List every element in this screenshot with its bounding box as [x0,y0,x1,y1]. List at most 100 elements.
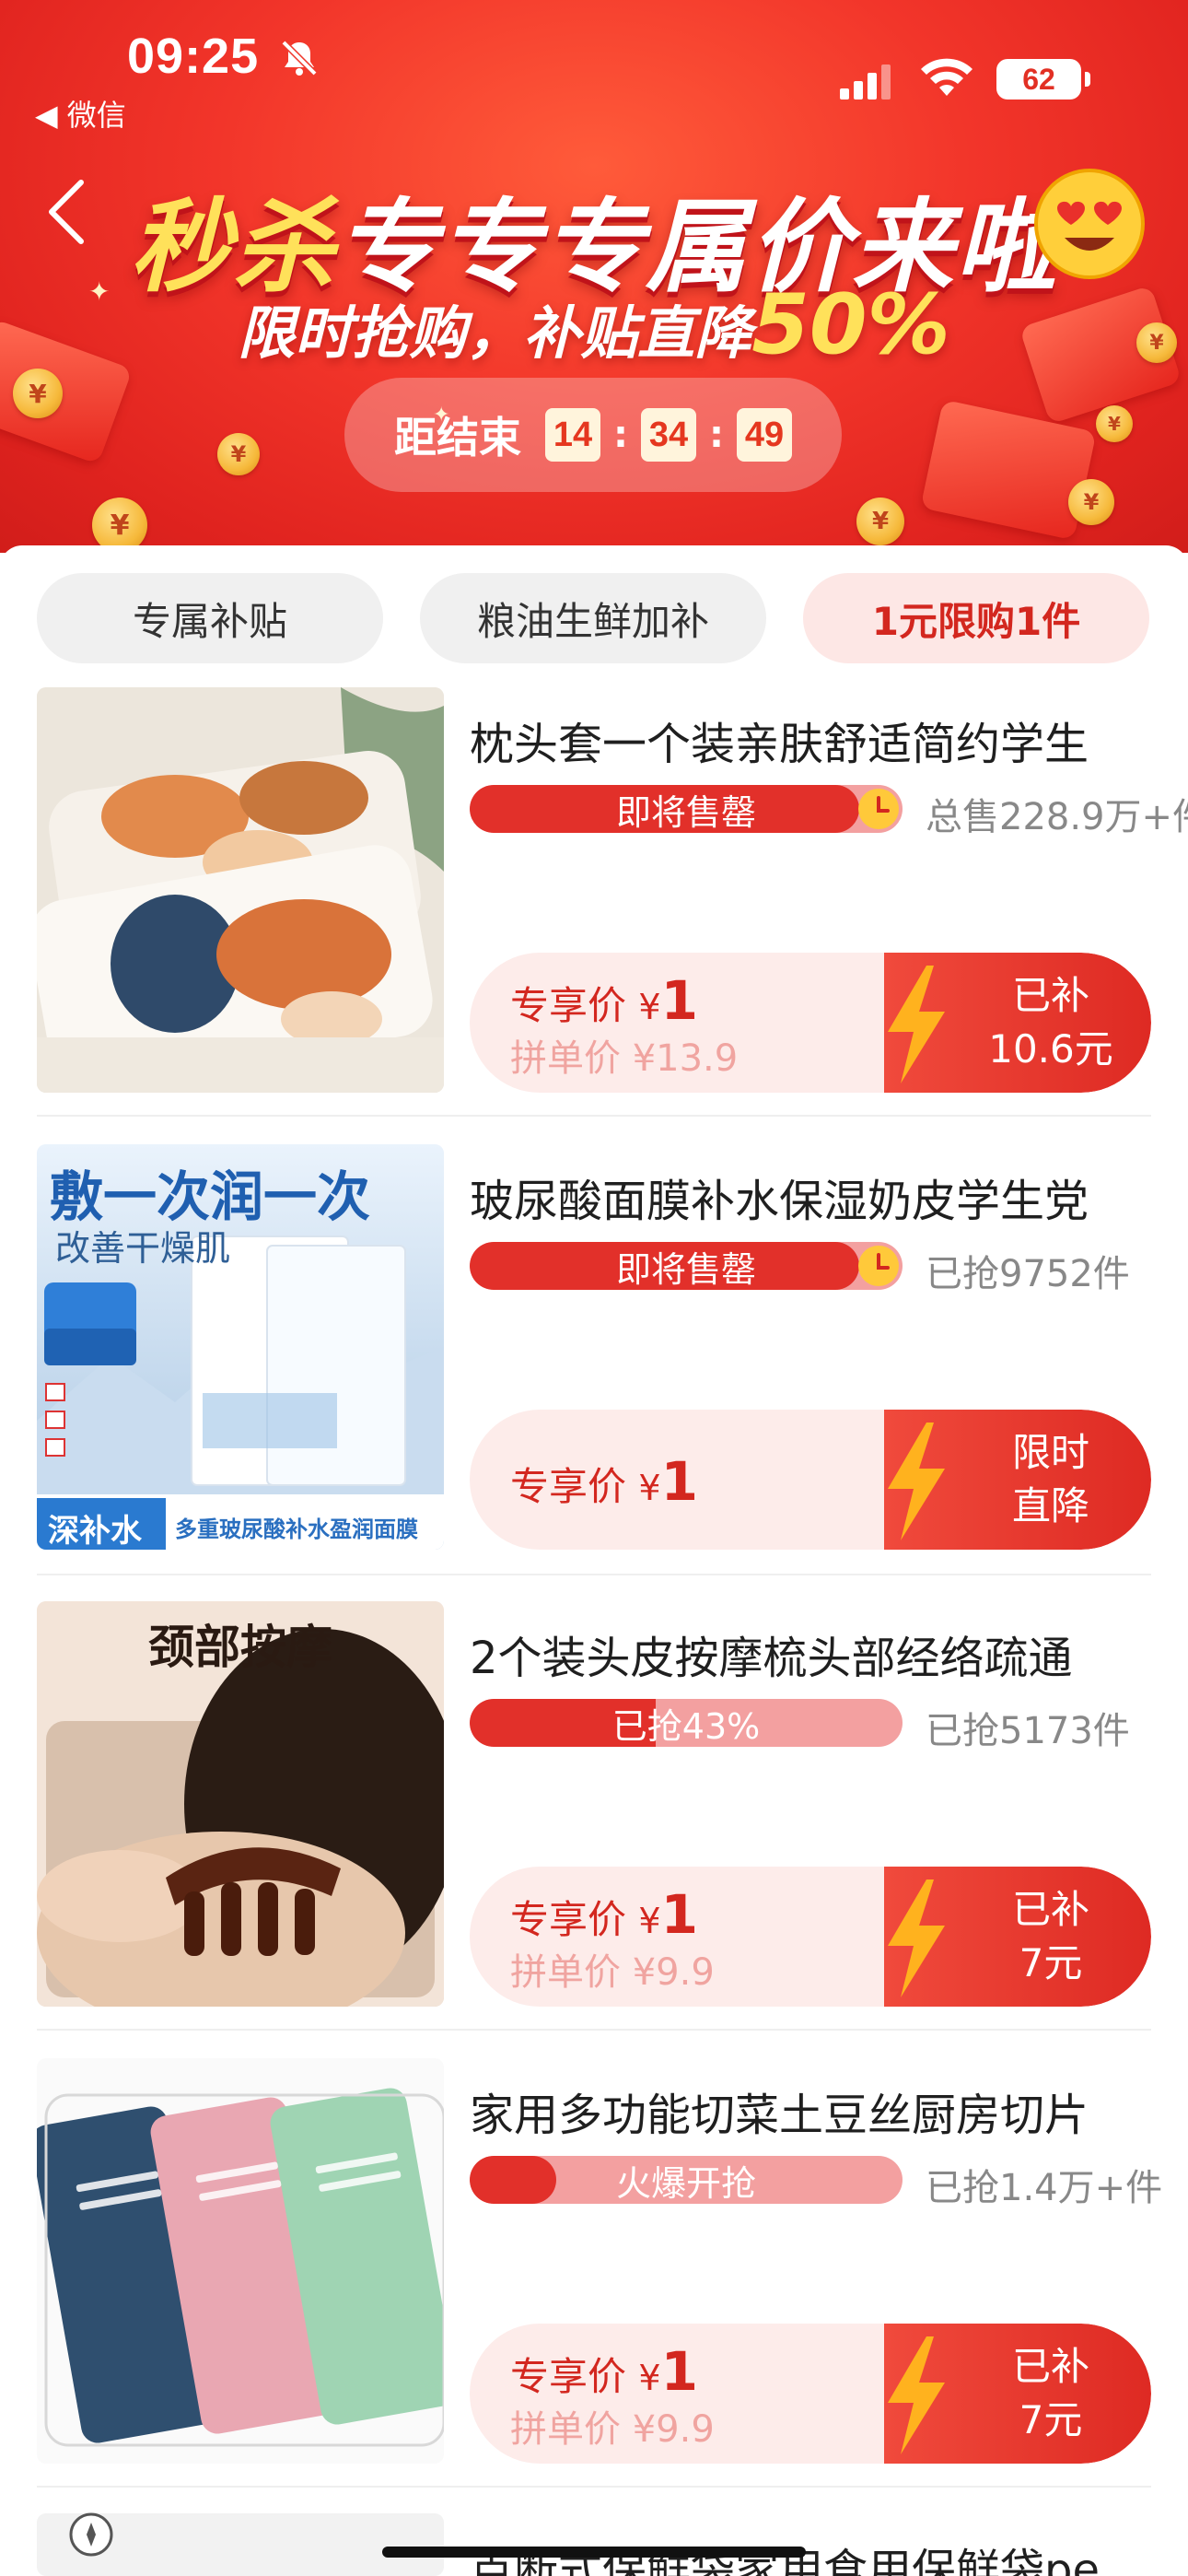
back-to-wechat[interactable]: ◀ 微信 [35,92,126,135]
sales-progress-bar: 火爆开抢 [470,2156,903,2204]
lightning-bolt-icon [888,2336,945,2454]
home-indicator [382,2547,806,2558]
countdown-separator: : [709,414,724,456]
divider [37,1115,1151,1117]
lightning-bolt-icon [888,966,945,1083]
status-bar: 09:25 ◀ 微信 62 [0,0,1188,133]
subline-percent: 50% [751,276,950,373]
subsidy-line-1: 已补 [1011,973,1089,1018]
massager-image-headline: 颈部按摩 [148,1620,332,1674]
product-card[interactable]: 敷一次润一次 改善干燥肌 深补水 多重玻尿酸补水盈润面膜 玻尿酸面膜补水保湿奶皮… [37,1144,1151,1550]
progress-text: 已抢43% [611,1705,761,1747]
cellular-signal-icon [840,64,891,100]
price-amount: 1 [660,1450,698,1513]
price-amount: 1 [660,1883,698,1946]
divider [37,1574,1151,1575]
price-box[interactable]: 专享价 ¥1 拼单价 ¥9.9 已补 7元 [470,1867,1151,2007]
sold-count: 已抢9752件 [926,1253,1130,1295]
promo-banner: ✦ ✦ 09:25 ◀ 微信 62 秒杀专专专属价来啦 [0,0,1188,553]
tab-exclusive-subsidy[interactable]: 专属补贴 [37,573,383,663]
yen-symbol: ¥ [638,1901,661,1941]
coin-decoration [1096,405,1133,442]
lightning-bolt-icon [888,1879,945,1997]
banner-subline: 限时抢购，补贴直降50% [0,276,1188,373]
sales-progress-bar: 即将售罄 [470,1242,903,1290]
coin-decoration [92,498,147,553]
product-card[interactable]: 点断式保鲜袋家用食用保鲜袋pe [37,2513,1151,2576]
price-label: 专享价 [510,1464,627,1509]
subsidy-line-1: 已补 [1011,1887,1089,1932]
progress-text: 即将售罄 [615,1248,756,1290]
subsidy-line-2: 10.6元 [988,1026,1113,1071]
product-title[interactable]: 2个装头皮按摩梳头部经络疏通 [470,1622,1151,1686]
subsidy-line-2: 直降 [1011,1483,1089,1528]
subsidy-line-1: 已补 [1011,2344,1089,2389]
group-price: 拼单价 ¥13.9 [510,1037,739,1080]
product-card[interactable]: 颈部按摩 2个装头皮按摩梳头部经络疏通 已抢43% 已抢5173件 专享价 ¥1… [37,1601,1151,2007]
mask-image-subtitle: 改善干燥肌 [55,1228,231,1269]
category-tabs: 专属补贴 粮油生鲜加补 1元限购1件 [37,573,1151,663]
subsidy-badge[interactable]: 已补 10.6元 [884,953,1151,1093]
exclusive-price: 专享价 ¥1 [510,1450,698,1513]
subsidy-line-2: 7元 [1019,1940,1083,1985]
compass-icon[interactable] [68,2512,114,2558]
heart-eyes-emoji-icon [1034,169,1145,279]
product-card[interactable]: 枕头套一个装亲肤舒适简约学生 即将售罄 总售228.9万+件 专享价 ¥1 拼单… [37,687,1188,1093]
countdown-separator: : [613,414,628,456]
group-price: 拼单价 ¥9.9 [510,2408,715,2451]
subsidy-badge[interactable]: 已补 7元 [884,1867,1151,2007]
divider [37,2486,1151,2488]
price-label: 专享价 [510,1897,627,1942]
yen-symbol: ¥ [638,987,661,1027]
exclusive-price: 专享价 ¥1 [510,969,698,1032]
coin-decoration [856,498,904,545]
price-box[interactable]: 专享价 ¥1 拼单价 ¥13.9 已补 10.6元 [470,953,1151,1093]
divider [37,2029,1151,2031]
progress-text: 即将售罄 [615,791,756,833]
product-title[interactable]: 枕头套一个装亲肤舒适简约学生 [470,708,1151,772]
battery-indicator: 62 [996,59,1090,100]
clock-icon [858,1246,899,1286]
sold-count: 已抢1.4万+件 [926,2167,1163,2209]
mask-image-tag: 深补水 [48,1513,142,1550]
sold-count: 已抢5173件 [926,1710,1130,1752]
product-image-face-mask[interactable]: 敷一次润一次 改善干燥肌 深补水 多重玻尿酸补水盈润面膜 [37,1144,444,1550]
exclusive-price: 专享价 ¥1 [510,2340,698,2403]
subsidy-badge[interactable]: 已补 7元 [884,2324,1151,2464]
bell-muted-icon [281,40,318,76]
countdown-timer: 距结束 14 : 34 : 49 [344,378,842,492]
tab-one-yuan[interactable]: 1元限购1件 [803,573,1149,663]
countdown-label: 距结束 [394,413,521,463]
product-title[interactable]: 玻尿酸面膜补水保湿奶皮学生党 [470,1165,1151,1229]
mask-image-caption: 多重玻尿酸补水盈润面膜 [175,1516,418,1542]
product-image-pillowcase[interactable] [37,687,444,1093]
product-image-vegetable-cutter[interactable] [37,2058,444,2464]
product-title[interactable]: 家用多功能切菜土豆丝厨房切片 [470,2078,1151,2143]
product-card[interactable]: 家用多功能切菜土豆丝厨房切片 火爆开抢 已抢1.4万+件 专享价 ¥1 拼单价 … [37,2058,1162,2464]
subsidy-line-1: 限时 [1011,1430,1089,1475]
yen-symbol: ¥ [638,1468,661,1508]
wifi-icon [921,58,973,96]
coin-decoration [13,369,63,418]
countdown-hours: 14 [545,408,600,462]
product-image-scalp-massager[interactable]: 颈部按摩 [37,1601,444,2007]
tab-grocery-subsidy[interactable]: 粮油生鲜加补 [420,573,766,663]
sales-progress-bar: 已抢43% [470,1699,903,1747]
subsidy-badge[interactable]: 限时 直降 [884,1410,1151,1550]
subsidy-line-2: 7元 [1019,2397,1083,2442]
yen-symbol: ¥ [638,2358,661,2398]
coin-decoration [1068,479,1114,525]
countdown-minutes: 34 [641,408,696,462]
price-box[interactable]: 专享价 ¥1 拼单价 ¥9.9 已补 7元 [470,2324,1151,2464]
sales-progress-bar: 即将售罄 [470,785,903,833]
price-box[interactable]: 专享价 ¥1 限时 直降 [470,1410,1151,1550]
progress-text: 火爆开抢 [615,2162,756,2204]
price-amount: 1 [660,2340,698,2403]
clock-icon [858,789,899,829]
status-time: 09:25 [127,29,260,84]
exclusive-price: 专享价 ¥1 [510,1883,698,1946]
coin-decoration [217,433,260,475]
countdown-seconds: 49 [737,408,792,462]
price-label: 专享价 [510,2354,627,2399]
price-label: 专享价 [510,983,627,1028]
